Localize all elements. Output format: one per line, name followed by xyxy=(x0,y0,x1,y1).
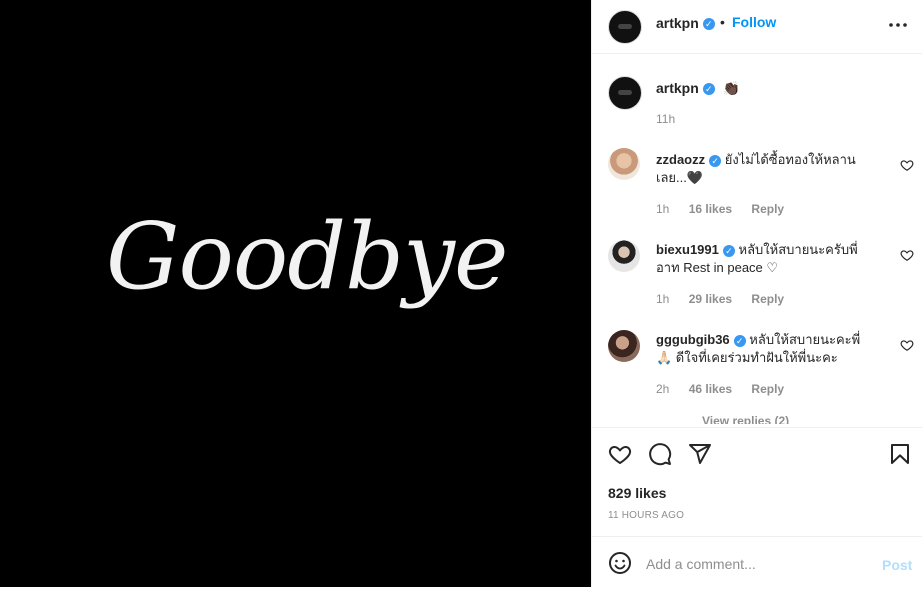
comment-username[interactable]: zzdaozz xyxy=(656,152,705,167)
caption-emoji: 👏🏿 xyxy=(722,80,741,96)
comment-like-heart-icon[interactable] xyxy=(900,158,914,172)
comment-text-line2: อาท Rest in peace ♡ xyxy=(656,260,779,275)
follow-button[interactable]: Follow xyxy=(732,14,776,30)
share-icon[interactable] xyxy=(688,442,712,466)
comment-avatar[interactable] xyxy=(608,240,640,272)
post-image[interactable]: Goodbye xyxy=(0,0,591,587)
comment-text-line2: 🙏🏻 ดีใจที่เคยร่วมทำฝันให้พี่นะคะ xyxy=(656,350,838,365)
comment-likes[interactable]: 29 likes xyxy=(689,292,732,306)
comment-body: biexu1991 ✓ หลับให้สบายนะครับพี่ อาท Rest… xyxy=(656,241,876,277)
reply-button[interactable]: Reply xyxy=(751,202,784,216)
comment-body: gggubgib36 ✓ หลับให้สบายนะคะพี่ 🙏🏻 ดีใจที… xyxy=(656,331,876,367)
comment-like-heart-icon[interactable] xyxy=(900,338,914,352)
comment-likes[interactable]: 16 likes xyxy=(689,202,732,216)
comment-time: 2h xyxy=(656,382,670,396)
comment-icon[interactable] xyxy=(648,442,672,466)
verified-badge-icon: ✓ xyxy=(722,244,735,257)
comment-like-heart-icon[interactable] xyxy=(900,248,914,262)
likes-count[interactable]: 829 likes xyxy=(608,485,666,501)
comment-text-line1: หลับให้สบายนะคะพี่ xyxy=(749,332,861,347)
verified-badge-icon: ✓ xyxy=(733,334,746,347)
emoji-icon[interactable] xyxy=(608,551,632,575)
comment-username[interactable]: gggubgib36 xyxy=(656,332,730,347)
caption-username[interactable]: artkpn ✓ 👏🏿 xyxy=(656,80,740,97)
verified-badge-icon: ✓ xyxy=(702,83,715,96)
view-replies-button[interactable]: View replies (2) xyxy=(702,414,789,424)
post-image-text: Goodbye xyxy=(106,203,508,310)
comment-text-line2: เลย...🖤 xyxy=(656,170,704,185)
comment-text-line1: หลับให้สบายนะครับพี่ xyxy=(738,242,858,257)
add-comment-bar: Post xyxy=(592,536,922,589)
post-header: artkpn ✓ • Follow xyxy=(592,0,922,54)
comment-avatar[interactable] xyxy=(608,330,640,362)
header-dot: • xyxy=(720,14,725,30)
comment-text-line1: ยังไม่ได้ซื้อทองให้หลาน xyxy=(724,152,856,167)
verified-badge-icon: ✓ xyxy=(702,18,715,31)
post-time-ago: 11 HOURS AGO xyxy=(608,510,685,521)
comment-input[interactable] xyxy=(646,552,866,576)
comment-body: zzdaozz ✓ ยังไม่ได้ซื้อทองให้หลาน เลย...🖤 xyxy=(656,151,876,187)
avatar[interactable] xyxy=(608,10,642,44)
bookmark-icon[interactable] xyxy=(888,442,912,466)
comment-likes[interactable]: 46 likes xyxy=(689,382,732,396)
more-options-icon[interactable] xyxy=(888,22,908,28)
header-username-text[interactable]: artkpn xyxy=(656,15,699,31)
comment-time: 1h xyxy=(656,292,670,306)
reply-button[interactable]: Reply xyxy=(751,382,784,396)
post-actions: 829 likes 11 HOURS AGO Post xyxy=(592,427,922,588)
post-sidebar: artkpn ✓ • Follow artkpn ✓ 👏🏿 11h zzdaozz ✓… xyxy=(591,0,922,588)
heart-icon[interactable] xyxy=(608,442,632,466)
caption-username-text[interactable]: artkpn xyxy=(656,80,699,96)
caption-time-text: 11h xyxy=(656,112,676,126)
comment-username[interactable]: biexu1991 xyxy=(656,242,719,257)
verified-badge-icon: ✓ xyxy=(709,154,722,167)
reply-button[interactable]: Reply xyxy=(751,292,784,306)
comment-meta: 1h 29 likes Reply xyxy=(656,292,800,306)
header-username[interactable]: artkpn ✓ xyxy=(656,15,715,31)
comment-time: 1h xyxy=(656,202,670,216)
comment-meta: 1h 16 likes Reply xyxy=(656,202,800,216)
comment-avatar[interactable] xyxy=(608,148,640,180)
post-comment-button[interactable]: Post xyxy=(882,557,912,573)
caption-time: 11h xyxy=(656,112,691,126)
caption-avatar[interactable] xyxy=(608,76,642,110)
comment-meta: 2h 46 likes Reply xyxy=(656,382,800,396)
